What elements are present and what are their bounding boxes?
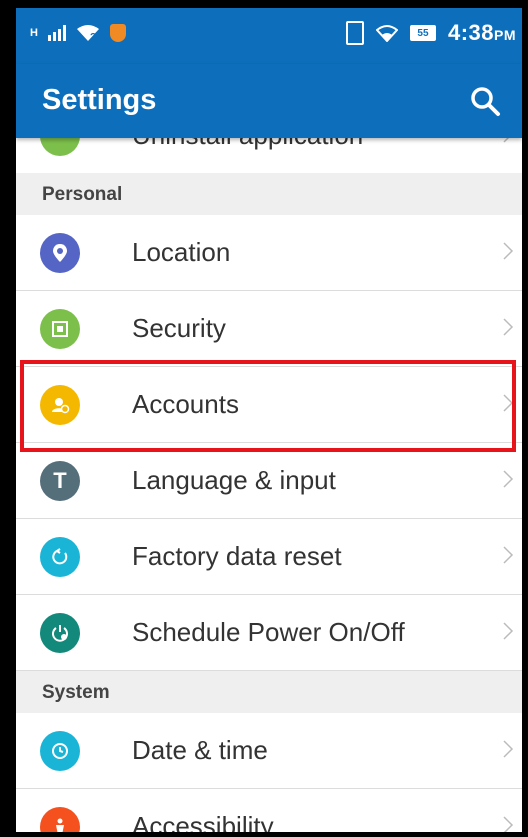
chevron-right-icon [503, 546, 514, 564]
chevron-right-icon [503, 740, 514, 758]
page-title: Settings [42, 84, 157, 116]
list-item-location[interactable]: Location [16, 215, 522, 291]
list-item-label: Factory data reset [132, 541, 342, 571]
section-header-system: System [16, 671, 522, 714]
list-item-label: Location [132, 237, 231, 267]
section-header-personal: Personal [16, 173, 522, 216]
list-item-factory-data-reset[interactable]: Factory data reset [16, 519, 522, 595]
list-item-label: Accounts [132, 389, 239, 419]
wifi-icon: ? [76, 25, 99, 42]
status-bar: H ? 55 4:38PM [16, 8, 522, 64]
security-icon [40, 309, 80, 349]
accessibility-icon [40, 807, 80, 832]
list-item-accessibility[interactable]: Accessibility [16, 789, 522, 832]
language-icon: T [40, 461, 80, 501]
location-icon [40, 233, 80, 273]
list-item-schedule-power[interactable]: Schedule Power On/Off [16, 595, 522, 671]
list-item-label: Date & time [132, 735, 268, 765]
network-type-label: H [30, 26, 38, 39]
section-header-label: Personal [42, 184, 123, 205]
section-header-label: System [42, 682, 110, 703]
chevron-right-icon [503, 318, 514, 336]
shield-icon [109, 24, 126, 42]
battery-icon: 55 [409, 25, 436, 41]
wifi-icon [375, 25, 398, 42]
list-item-label: Language & input [132, 465, 336, 495]
list-item-language-input[interactable]: T Language & input [16, 443, 522, 519]
list-item-accounts[interactable]: Accounts [16, 367, 522, 443]
reset-icon [40, 537, 80, 577]
signal-icon [47, 25, 66, 41]
time-value: 4:38 [447, 20, 494, 45]
power-schedule-icon [40, 613, 80, 653]
search-icon[interactable] [468, 84, 502, 118]
vibrate-icon [345, 21, 364, 45]
list-item-label: Schedule Power On/Off [132, 617, 405, 647]
screen: H ? 55 4:38PM Settings Personal Location… [16, 8, 522, 832]
accounts-icon [40, 385, 80, 425]
list-item-label: Security [132, 313, 226, 343]
app-bar: Settings [16, 64, 522, 138]
clock-icon [40, 731, 80, 771]
chevron-right-icon [503, 470, 514, 488]
list-item-label: Accessibility [132, 811, 274, 832]
clock: 4:38PM [448, 20, 516, 46]
time-suffix: PM [494, 27, 516, 43]
chevron-right-icon [503, 394, 514, 412]
list-item-security[interactable]: Security [16, 291, 522, 367]
list-item-date-time[interactable]: Date & time [16, 713, 522, 789]
settings-list: Uninstall application Personal Location … [16, 98, 522, 832]
svg-text:?: ? [90, 32, 96, 42]
chevron-right-icon [503, 816, 514, 832]
chevron-right-icon [503, 242, 514, 260]
chevron-right-icon [503, 622, 514, 640]
battery-level: 55 [417, 27, 429, 39]
